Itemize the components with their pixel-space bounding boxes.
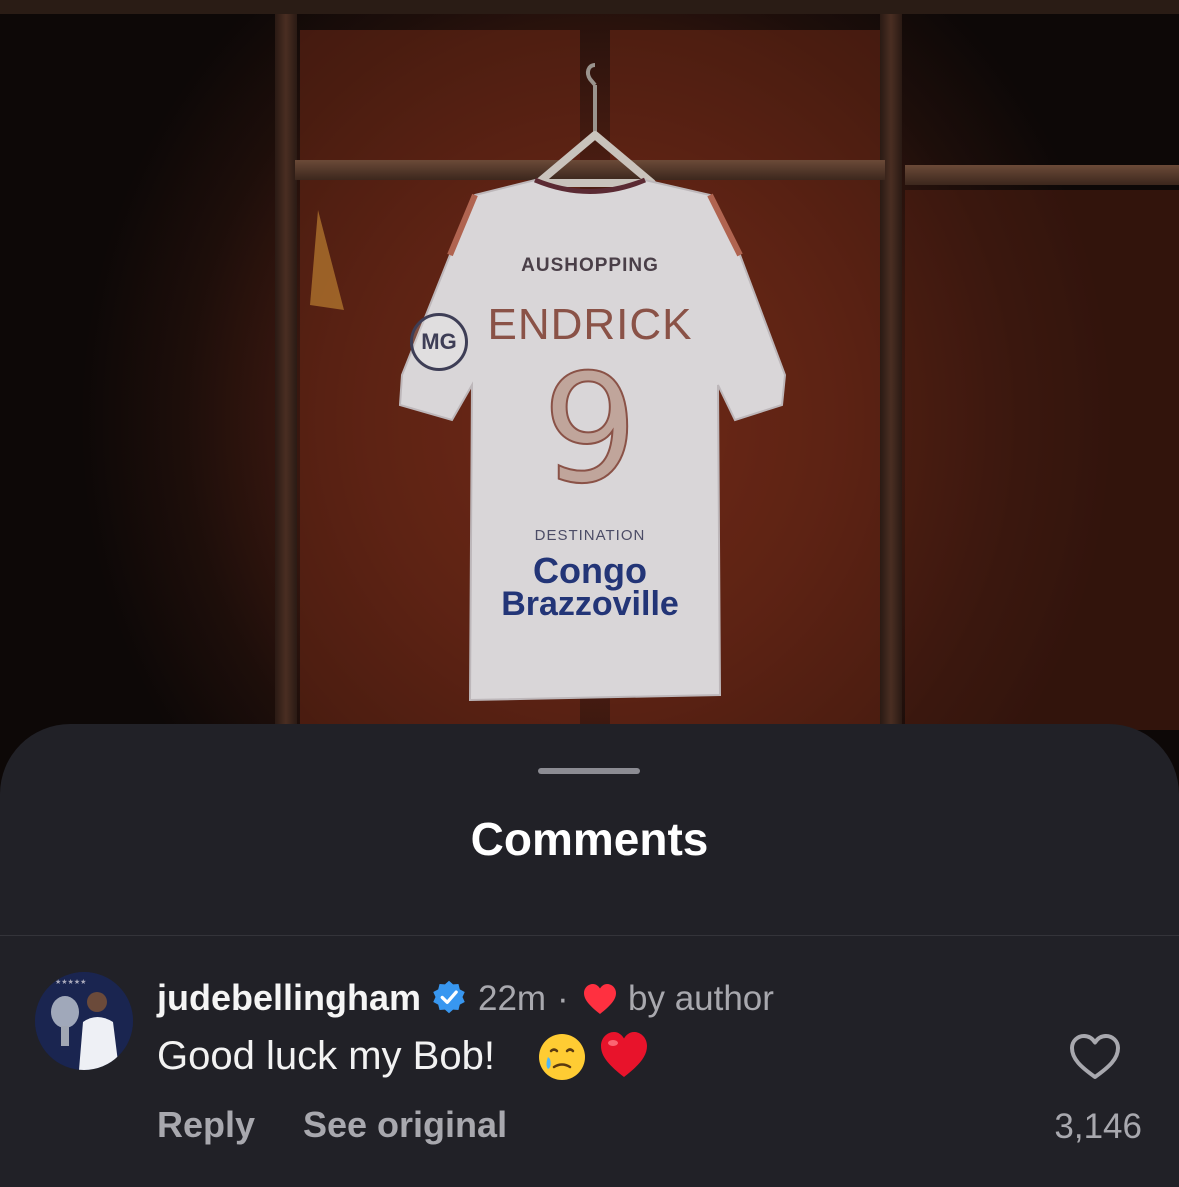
- sheet-title: Comments: [470, 813, 709, 865]
- sheet-grabber-handle[interactable]: [538, 768, 640, 774]
- pennant-icon: [310, 210, 344, 310]
- reply-button[interactable]: Reply: [157, 1104, 255, 1146]
- jersey-destination-label: DESTINATION: [534, 527, 646, 544]
- comments-sheet: Comments ★★★★★ judebellingham 22m · by a…: [0, 724, 1179, 1187]
- see-original-button[interactable]: See original: [303, 1104, 507, 1146]
- jersey-sponsor: AUSHOPPING: [521, 255, 659, 276]
- post-image: MG AUSHOPPING ENDRICK 9 DESTINATION Cong…: [0, 0, 1179, 800]
- avatar[interactable]: ★★★★★: [35, 972, 133, 1070]
- jersey-number: 9: [541, 343, 638, 517]
- liked-by-author-label: by author: [628, 979, 774, 1018]
- like-heart-icon[interactable]: [1068, 1032, 1122, 1082]
- like-count: 3,146: [1054, 1107, 1142, 1146]
- locker-shelf-right: [905, 165, 1179, 185]
- face-holding-back-tears-icon: [539, 1034, 585, 1080]
- locker-frame-left: [275, 0, 297, 800]
- verified-badge-icon: [433, 980, 465, 1014]
- comment-text: Good luck my Bob!: [157, 1034, 495, 1078]
- comment-username[interactable]: judebellingham: [157, 977, 421, 1019]
- red-heart-icon: [601, 1032, 647, 1077]
- svg-text:★★★★★: ★★★★★: [55, 978, 86, 986]
- locker-panel-far-right: [905, 190, 1179, 730]
- avatar-image: ★★★★★: [35, 972, 133, 1070]
- meta-separator: ·: [557, 979, 569, 1018]
- locker-top-beam: [0, 0, 1179, 14]
- locker-frame-right: [880, 0, 902, 800]
- jersey: MG AUSHOPPING ENDRICK 9 DESTINATION Cong…: [380, 55, 800, 725]
- jersey-destination-line2: Brazzoville: [501, 585, 679, 623]
- comment-timestamp: 22m: [478, 979, 547, 1018]
- header-divider: [0, 935, 1179, 936]
- liked-by-author-heart-icon: [584, 984, 616, 1014]
